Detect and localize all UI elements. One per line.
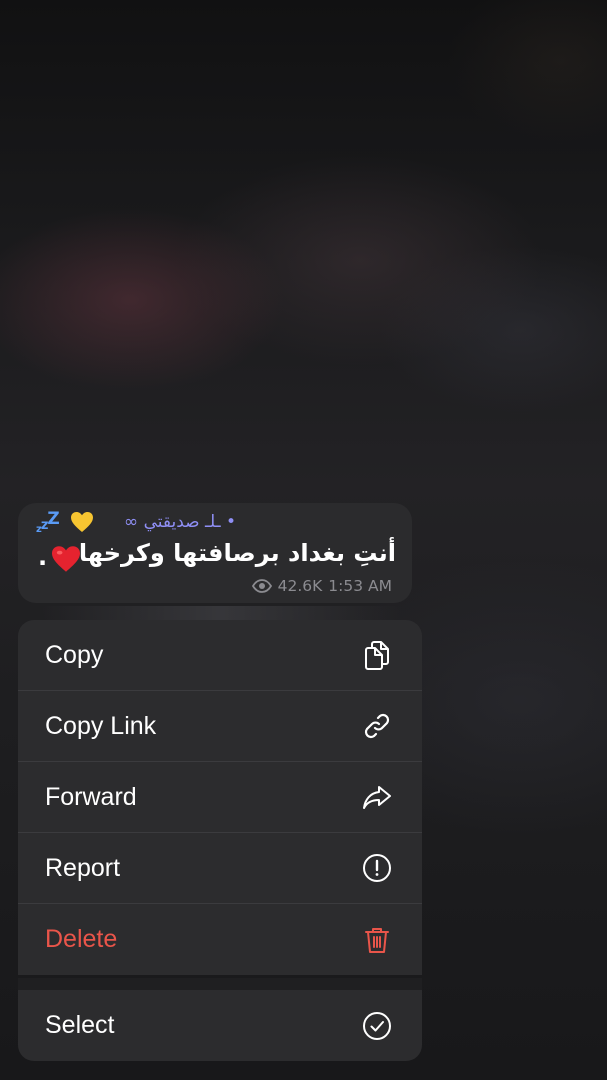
menu-item-label: Delete <box>45 925 118 953</box>
sleep-z-medium: z <box>40 518 49 533</box>
message-caption: • ـلـ صديقتي ∞ <box>124 512 236 532</box>
red-heart-icon <box>52 546 80 572</box>
menu-item-label: Copy Link <box>45 711 157 740</box>
menu-divider <box>18 978 422 990</box>
yellow-heart-icon <box>71 512 93 532</box>
trash-icon <box>360 923 394 957</box>
menu-item-delete[interactable]: Delete <box>18 904 422 975</box>
eye-icon <box>251 579 272 593</box>
message-bubble[interactable]: zzZ • ـلـ صديقتي ∞ . أنتِ بغداد برصافتها… <box>18 503 412 603</box>
message-meta: 42.6K 1:53 AM <box>251 577 392 595</box>
menu-item-copy[interactable]: Copy <box>18 620 422 691</box>
menu-item-copy-link[interactable]: Copy Link <box>18 691 422 762</box>
menu-item-forward[interactable]: Forward <box>18 762 422 833</box>
message-text: أنتِ بغداد برصافتها وكرخها <box>78 539 396 567</box>
view-count: 42.6K <box>277 577 323 595</box>
menu-item-label: Forward <box>45 782 137 811</box>
menu-item-report[interactable]: Report <box>18 833 422 904</box>
context-menu: Copy Copy Link Forward Report Delete <box>18 620 422 975</box>
message-time: 1:53 AM <box>328 577 392 595</box>
bubble-shadow <box>40 606 400 620</box>
menu-item-select[interactable]: Select <box>18 990 422 1061</box>
message-period: . <box>38 543 48 571</box>
link-icon <box>360 709 394 743</box>
sleep-icon: zzZ <box>36 509 60 535</box>
menu-item-label: Copy <box>45 640 104 669</box>
forward-icon <box>360 780 394 814</box>
report-icon <box>360 851 394 885</box>
check-circle-icon <box>360 1009 394 1043</box>
menu-item-label: Report <box>45 853 121 882</box>
sleep-z-large: Z <box>47 509 59 529</box>
copy-icon <box>360 638 394 672</box>
context-menu-secondary: Select <box>18 990 422 1061</box>
menu-item-label: Select <box>45 1011 115 1039</box>
